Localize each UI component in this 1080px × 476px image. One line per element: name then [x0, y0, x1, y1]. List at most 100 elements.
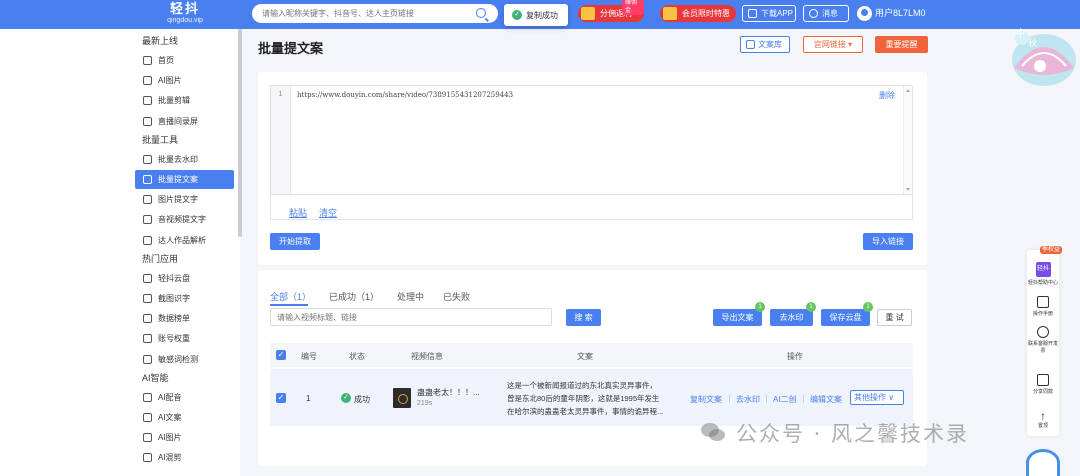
caret-down-icon: ▾	[848, 40, 853, 49]
import-links-button[interactable]: 导入链接	[863, 233, 913, 250]
sidebar-item-label: 批量去水印	[158, 154, 198, 164]
sidebar-item[interactable]: 批量剪辑	[135, 91, 234, 110]
copy-text-link[interactable]: 复制文案	[690, 394, 722, 405]
tab-processing[interactable]: 处理中	[397, 290, 424, 303]
delete-line-link[interactable]: 删除	[879, 90, 895, 101]
brand-logo[interactable]: 轻抖 qingdou.vip	[160, 1, 210, 25]
start-extract-button[interactable]: 开始提取	[270, 233, 320, 250]
export-text-label: 导出文案	[721, 313, 754, 322]
sidebar-item-label: 直播间录屏	[158, 116, 198, 126]
official-link-button[interactable]: 官网链接 ▾	[803, 36, 863, 53]
user-menu[interactable]: 用户8L7LM0	[857, 6, 926, 21]
row-checkbox[interactable]: ✓	[276, 393, 286, 403]
link-editor[interactable]: 1 https://www.douyin.com/share/video/738…	[270, 85, 913, 195]
sidebar-item-label: AI配音	[158, 392, 182, 402]
sidebar-item[interactable]: 截图识字	[135, 289, 234, 308]
retry-button[interactable]: 重 试	[877, 309, 912, 326]
remove-watermark-button[interactable]: 去水印 1	[770, 302, 816, 326]
tab-success[interactable]: 已成功（1）	[329, 290, 379, 303]
sidebar-item[interactable]: AI图片	[135, 428, 234, 447]
sidebar-scrollbar[interactable]	[238, 29, 242, 237]
editor-scrollbar[interactable]	[903, 86, 912, 194]
back-to-top-label: 置顶	[1037, 423, 1048, 429]
document-icon	[143, 175, 152, 184]
line-number: 1	[271, 86, 291, 194]
affiliate-promo-tag: 赚佣金	[622, 0, 644, 15]
phone-icon	[748, 9, 757, 18]
sidebar-item[interactable]: AI混剪	[135, 448, 234, 467]
sidebar-item[interactable]: 首页	[135, 51, 234, 70]
sidebar-item[interactable]: 账号权重	[135, 329, 234, 348]
sidebar-item[interactable]: AI图片	[135, 71, 234, 90]
user-name: 用户8L7LM0	[875, 8, 926, 18]
affiliate-promo-button[interactable]: 分佣返利 赚佣金	[578, 0, 644, 22]
link-line[interactable]: https://www.douyin.com/share/video/73891…	[297, 91, 513, 99]
share-button[interactable]: 分享同款	[1027, 374, 1059, 395]
sidebar-item[interactable]: 数据榜单	[135, 309, 234, 328]
ai-rewrite-link[interactable]: AI二创	[773, 394, 797, 405]
floating-toolbar: 轻抖 轻抖帮助中心 操作手册 联系客服开发票 分享同款 ↑ 置顶	[1027, 250, 1059, 436]
download-app-button[interactable]: 下载APP	[742, 5, 796, 22]
check-circle-icon: ✓	[512, 10, 522, 20]
remove-watermark-link[interactable]: 去水印	[736, 394, 760, 405]
chevron-down-icon: ∨	[888, 393, 895, 402]
tab-failed[interactable]: 已失败	[443, 290, 470, 303]
sidebar-item[interactable]: 音视频提文字	[135, 210, 234, 229]
sidebar-item-label: 敏感词检测	[158, 354, 198, 364]
service-bot-icon[interactable]	[1026, 449, 1060, 476]
sidebar-item[interactable]: 批量提文案	[135, 170, 234, 189]
remove-watermark-label: 去水印	[779, 313, 804, 322]
toast-text: 复制成功	[526, 11, 558, 20]
sidebar-item[interactable]: 轻抖云盘	[135, 269, 234, 288]
select-all-checkbox[interactable]: ✓	[276, 350, 286, 360]
global-search-input[interactable]	[262, 7, 462, 20]
table-header: ✓ 编号 状态 视频信息 文案 操作	[270, 343, 913, 367]
svg-text:秋: 秋	[1028, 37, 1037, 49]
edit-text-link[interactable]: 编辑文案	[810, 394, 842, 405]
manual-button[interactable]: 操作手册	[1027, 296, 1059, 317]
scroll-up-icon[interactable]	[906, 89, 910, 92]
sidebar-section-title: 热门应用	[142, 253, 179, 264]
important-notice-label: 重要提醒	[885, 40, 918, 49]
col-text: 文案	[577, 352, 593, 361]
sidebar-item[interactable]: 直播间录屏	[135, 112, 234, 131]
filter-search-button[interactable]: 搜 索	[566, 309, 601, 326]
sidebar-item-label: AI文案	[158, 413, 182, 422]
sidebar-item[interactable]: 敏感词检测	[135, 350, 234, 369]
clear-link[interactable]: 清空	[319, 206, 337, 219]
season-benefit-badge: 季权益	[1040, 246, 1063, 254]
sidebar-item[interactable]: 图片提文字	[135, 190, 234, 209]
customer-service-button[interactable]: 联系客服开发票	[1027, 326, 1059, 354]
video-filter-input[interactable]	[270, 308, 552, 326]
tab-all[interactable]: 全部（1）	[270, 290, 311, 303]
sidebar-item-label: 截图识字	[158, 294, 190, 303]
video-thumbnail[interactable]	[393, 388, 411, 408]
paste-link[interactable]: 粘贴	[289, 206, 307, 219]
search-icon[interactable]	[476, 8, 486, 18]
sidebar-item[interactable]: AI配音	[135, 388, 234, 407]
col-video-info: 视频信息	[411, 352, 443, 361]
page-title: 批量提文案	[258, 41, 324, 56]
save-cloud-button[interactable]: 保存云盘 1	[821, 302, 873, 326]
sidebar-item[interactable]: AI文案	[135, 408, 234, 427]
scroll-down-icon[interactable]	[906, 188, 910, 191]
save-cloud-label: 保存云盘	[829, 313, 862, 322]
video-title[interactable]: 蛊蛊老太！！！...	[417, 387, 480, 398]
help-center-button[interactable]: 轻抖 轻抖帮助中心	[1027, 262, 1059, 286]
important-notice-button[interactable]: 重要提醒	[875, 36, 928, 53]
svg-text:中: 中	[1016, 27, 1025, 39]
row-number: 1	[306, 394, 311, 403]
remove-watermark-count-badge: 1	[806, 302, 816, 312]
sidebar-item[interactable]: 达人作品解析	[135, 231, 234, 250]
more-actions-dropdown[interactable]: 其他操作 ∨	[850, 390, 904, 405]
back-to-top-button[interactable]: ↑ 置顶	[1027, 410, 1059, 429]
watermark-text: 公众号 · 风之馨技术录	[736, 422, 970, 446]
vip-promo-button[interactable]: 会员限时特惠	[660, 5, 736, 22]
text-library-button[interactable]: 文案库	[740, 36, 790, 53]
image-text-icon	[143, 195, 152, 205]
export-text-button[interactable]: 导出文案 1	[713, 302, 765, 326]
sidebar-item[interactable]: 批量去水印	[135, 150, 234, 169]
sidebar-item-label: AI图片	[158, 76, 182, 86]
messages-button[interactable]: 消息	[803, 5, 849, 22]
sidebar-section-title: 最新上线	[142, 36, 179, 46]
